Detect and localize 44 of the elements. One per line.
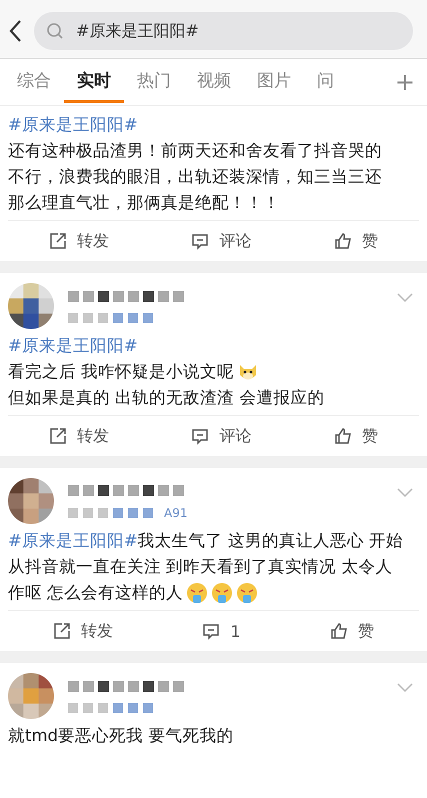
post-text: 看完之后 我咋怀疑是小说文呢	[8, 361, 234, 383]
comment-icon	[191, 232, 210, 250]
thumbs-up-icon	[334, 427, 352, 445]
tab[interactable]: 热门	[124, 62, 184, 102]
like-button[interactable]: 赞	[334, 426, 378, 446]
post-text: 但如果是真的 出轨的无敌渣渣 会遭报应的	[8, 387, 324, 409]
thumbs-up-icon	[330, 622, 348, 640]
comment-button[interactable]: 评论	[191, 230, 252, 252]
avatar[interactable]	[8, 283, 54, 329]
tab[interactable]: 图片	[244, 62, 304, 102]
search-icon	[46, 22, 64, 40]
comment-icon	[191, 427, 210, 445]
post-source: A91	[164, 506, 188, 520]
search-field[interactable]: #原来是王阳阳#	[34, 12, 413, 50]
repost-button[interactable]: 转发	[52, 620, 113, 642]
like-button[interactable]: 赞	[334, 230, 378, 252]
avatar[interactable]	[8, 673, 54, 719]
tab[interactable]: 实时	[64, 62, 124, 102]
add-tab-button[interactable]: +	[386, 68, 423, 96]
post-text: 不行，浪费我的眼泪，出轨还装深情，知三当三还	[8, 166, 382, 188]
post-text: 那么理直气壮，那俩真是绝配！！！	[8, 192, 280, 214]
thumbs-up-icon	[334, 232, 352, 250]
post-text: 还有这种极品渣男！前两天还和舍友看了抖音哭的	[8, 140, 382, 162]
share-icon	[49, 427, 68, 445]
post-text: 从抖音就一直在关注 到昨天看到了真实情况 太令人	[8, 556, 392, 578]
repost-button[interactable]: 转发	[49, 426, 110, 446]
post-text: 我太生气了 这男的真让人恶心 开始	[138, 530, 404, 552]
tab[interactable]: 视频	[184, 62, 244, 102]
post-text: 就tmd要恶心死我 要气死我的	[8, 725, 234, 747]
post-text: 作呕 怎么会有这样的人	[8, 582, 184, 604]
topic-link[interactable]: #原来是王阳阳#	[8, 112, 138, 138]
share-icon	[52, 622, 71, 640]
tab[interactable]: 问	[304, 62, 347, 102]
avatar[interactable]	[8, 478, 54, 524]
repost-button[interactable]: 转发	[49, 230, 110, 252]
tab[interactable]: 综合	[4, 62, 64, 102]
comment-icon	[202, 622, 220, 640]
like-button[interactable]: 赞	[330, 620, 374, 642]
back-icon[interactable]	[8, 19, 22, 43]
topic-link[interactable]: #原来是王阳阳#	[8, 528, 138, 554]
topic-link[interactable]: #原来是王阳阳#	[8, 333, 138, 359]
comment-button[interactable]: 评论	[191, 426, 252, 446]
comment-button[interactable]: 1	[202, 622, 241, 640]
share-icon	[49, 232, 68, 250]
